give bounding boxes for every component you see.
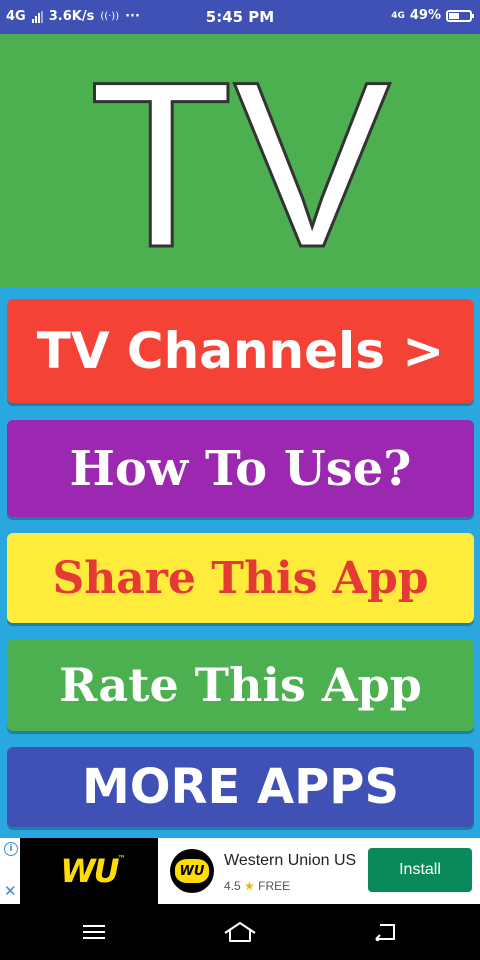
ad-image-tm: ™ — [117, 854, 126, 863]
status-bar: 4G 3.6K/s ((·)) ··· 5:45 PM 4G 49% — [0, 0, 480, 34]
ad-image-logo: WU ™ — [60, 852, 125, 890]
tv-logo: TV — [88, 34, 393, 288]
install-button[interactable]: Install — [368, 848, 472, 892]
ad-app-name[interactable]: Western Union US — [224, 852, 356, 870]
network-type-right: 4G — [391, 10, 405, 21]
nav-bar — [0, 904, 480, 960]
how-to-use-button[interactable]: How To Use? — [7, 420, 474, 517]
home-nav-button[interactable] — [210, 904, 270, 960]
ad-image-text: WU — [60, 852, 119, 890]
ad-rating-value: 4.5 — [224, 879, 241, 893]
share-app-button[interactable]: Share This App — [7, 533, 474, 623]
home-icon — [224, 922, 256, 942]
star-icon: ★ — [244, 879, 255, 893]
ad-banner: i ✕ WU ™ WU Western Union US 4.5 ★ FREE I… — [0, 838, 480, 904]
how-to-use-label: How To Use? — [69, 440, 412, 497]
logo-text: TV — [89, 34, 391, 288]
tv-channels-label: TV Channels > — [36, 322, 445, 380]
hamburger-icon — [83, 925, 105, 939]
main-menu: TV Channels > How To Use? Share This App… — [0, 288, 480, 838]
share-app-label: Share This App — [52, 552, 429, 604]
status-right: 4G 49% — [391, 8, 474, 23]
more-apps-label: MORE APPS — [81, 759, 400, 815]
ad-info-icon[interactable]: i — [4, 842, 18, 856]
ad-rating: 4.5 ★ FREE — [224, 879, 290, 893]
ad-app-icon[interactable]: WU — [170, 849, 214, 893]
ad-app-icon-inner: WU — [175, 859, 209, 883]
battery-percent: 49% — [409, 8, 441, 23]
tv-channels-button[interactable]: TV Channels > — [7, 299, 474, 403]
menu-nav-button[interactable] — [64, 904, 124, 960]
more-apps-button[interactable]: MORE APPS — [7, 747, 474, 827]
battery-fill — [449, 12, 459, 19]
rate-app-button[interactable]: Rate This App — [7, 639, 474, 731]
back-icon — [375, 924, 395, 941]
battery-icon — [446, 9, 474, 22]
ad-close-icon[interactable]: ✕ — [4, 884, 17, 899]
ad-price: FREE — [258, 879, 291, 893]
rate-app-label: Rate This App — [59, 658, 422, 712]
back-nav-button[interactable] — [356, 904, 416, 960]
logo-area: TV — [0, 34, 480, 288]
ad-image[interactable]: WU ™ — [20, 838, 158, 904]
